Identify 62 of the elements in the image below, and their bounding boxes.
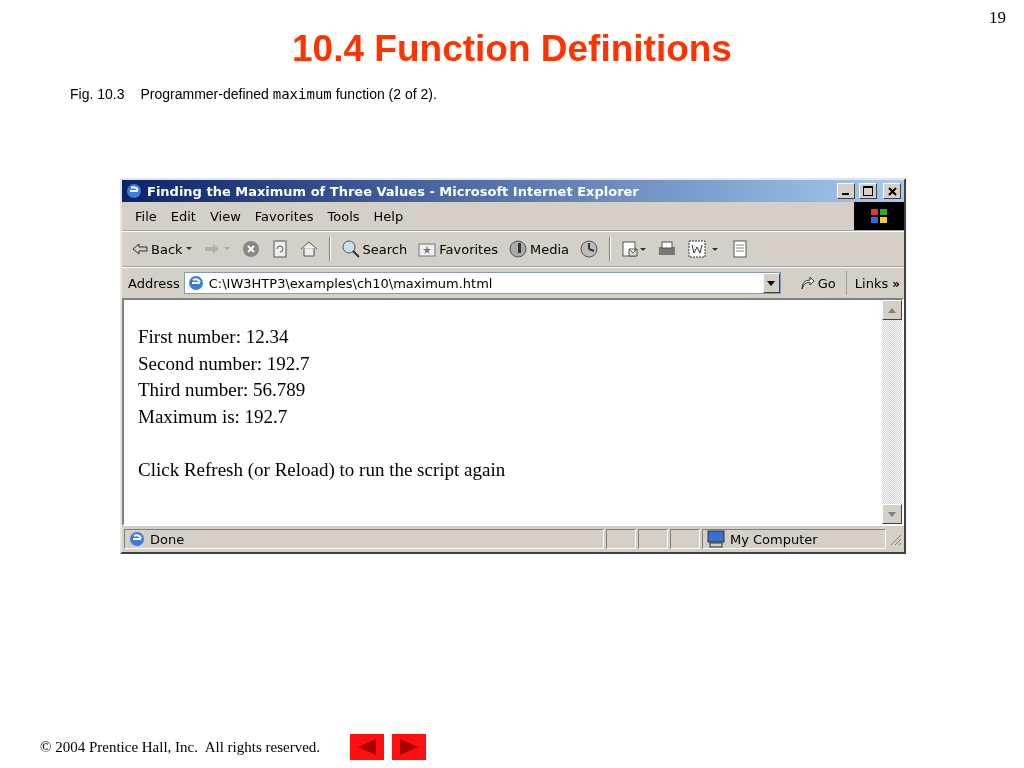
text-line: Click Refresh (or Reload) to run the script again [138, 457, 507, 482]
text-line: Maximum is: 192.7 [138, 404, 289, 429]
scroll-down-button[interactable] [882, 504, 902, 524]
status-text: Done [150, 531, 185, 547]
page-number: 19 [989, 8, 1006, 28]
menu-item[interactable]: Help [366, 205, 411, 227]
maximize-icon [863, 186, 873, 196]
slide-title: 10.4 Function Definitions [292, 28, 732, 70]
dropdown-button[interactable] [762, 273, 780, 293]
text-line: Second number: 192.7 [138, 351, 311, 376]
resize-grip-icon[interactable] [888, 532, 902, 546]
zone-text: My Computer [730, 531, 818, 547]
figure-caption: Fig. 10.3 Programmer-defined maximum function (2 of 2). [70, 86, 438, 102]
maximize-button[interactable] [859, 183, 877, 199]
scroll-up-button[interactable] [882, 300, 902, 320]
address-label: Address [128, 275, 180, 291]
magnifier-icon [340, 239, 361, 259]
menu-item[interactable]: Edit [163, 205, 203, 227]
page-icon [128, 530, 146, 548]
edit-icon [687, 239, 721, 259]
next-slide-button[interactable] [392, 734, 427, 760]
status-cell [638, 529, 668, 549]
toolbar-button[interactable]: Search [337, 237, 411, 261]
toolbar-button[interactable]: Media [504, 237, 572, 261]
down-triangle-icon [888, 511, 896, 517]
refresh-icon [270, 239, 289, 259]
previous-slide-button[interactable] [350, 734, 385, 760]
clock-icon [579, 239, 599, 259]
close-icon [887, 186, 897, 196]
close-button[interactable] [883, 183, 901, 199]
document-icon [731, 239, 749, 259]
caret-icon [222, 246, 231, 252]
go-button[interactable]: Go [784, 271, 847, 295]
text-line: Third number: 56.789 [138, 378, 307, 402]
curved-arrow-icon [798, 275, 815, 291]
mail-icon [621, 239, 647, 259]
menu-item[interactable]: Tools [320, 205, 367, 227]
page-icon [186, 274, 205, 292]
toolbar-button[interactable]: Back [128, 237, 196, 261]
copyright-text: © 2004 Prentice Hall, Inc. All rights reserved. [40, 738, 321, 756]
text-line: First number: 12.34 [138, 325, 290, 349]
left-triangle-icon [356, 738, 379, 756]
browser-logo-icon [125, 182, 143, 200]
toolbar-button[interactable]: Favorites [414, 237, 501, 261]
menu-item[interactable]: View [202, 205, 248, 227]
caret-icon [184, 246, 193, 252]
home-icon [298, 239, 319, 259]
links-button[interactable]: Links » [850, 275, 904, 291]
scrollbar[interactable] [882, 300, 902, 524]
computer-icon [706, 530, 726, 548]
minimize-button[interactable] [837, 183, 855, 199]
status-cell [670, 529, 700, 549]
status-cell [606, 529, 636, 549]
media-icon [507, 239, 528, 259]
window-title: Finding the Maximum of Three Values - Microsoft Internet Explorer [147, 183, 640, 199]
menu-item[interactable]: File [128, 205, 164, 227]
caret-icon [767, 280, 776, 286]
up-triangle-icon [888, 307, 896, 313]
windows-logo-icon [854, 202, 904, 230]
address-field[interactable]: C:\IW3HTP3\examples\ch10\maximum.html [183, 272, 781, 294]
stop-icon [240, 239, 261, 259]
menu-item[interactable]: Favorites [247, 205, 321, 227]
